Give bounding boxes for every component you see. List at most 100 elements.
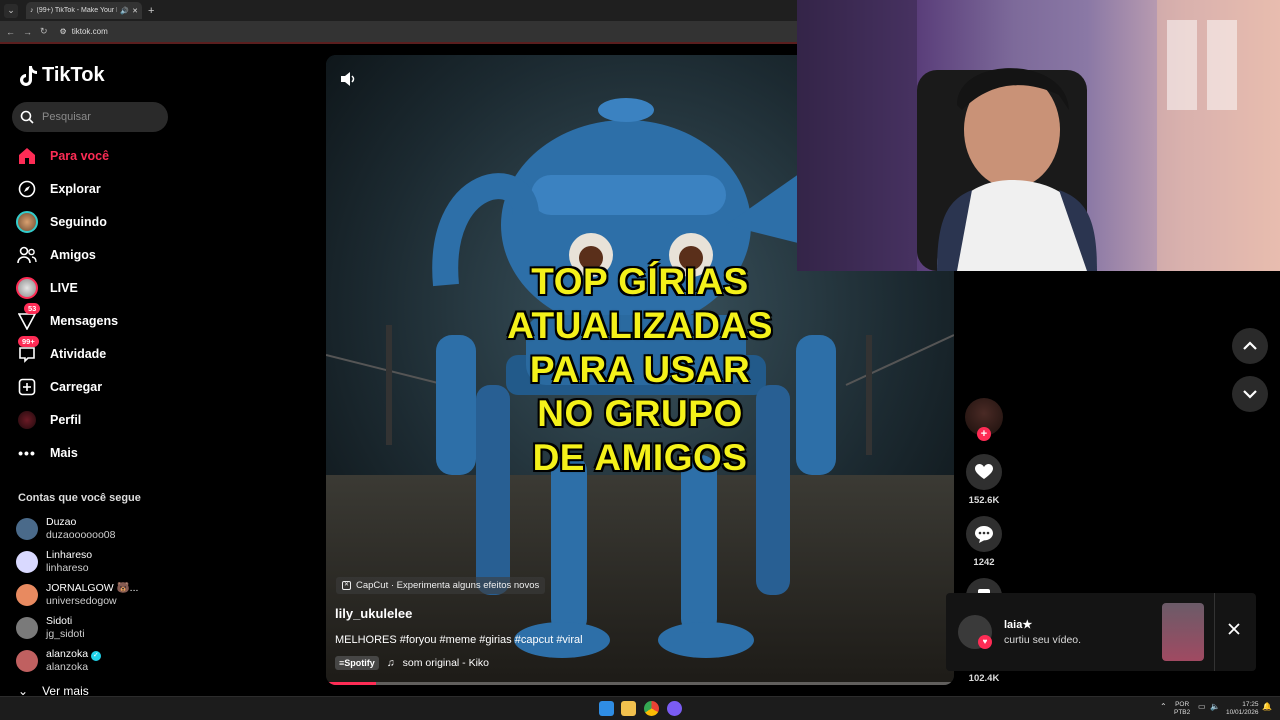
sidebar-item-carregar[interactable]: Carregar bbox=[16, 375, 102, 399]
messages-icon: 53 bbox=[16, 303, 41, 332]
file-explorer-icon[interactable] bbox=[621, 701, 636, 716]
sidebar-item-mais[interactable]: ••• Mais bbox=[16, 441, 78, 465]
followed-account[interactable]: Duzao duzaoooooo08 bbox=[16, 516, 116, 542]
video-progress-fill bbox=[326, 682, 377, 685]
creator-avatar[interactable]: + bbox=[965, 398, 1003, 441]
account-handle: jg_sidoti bbox=[46, 628, 85, 640]
sidebar-item-label: Carregar bbox=[50, 380, 103, 394]
network-icon[interactable]: ▭ bbox=[1198, 703, 1206, 711]
compass-icon bbox=[16, 178, 38, 200]
discord-icon[interactable] bbox=[667, 701, 682, 716]
sidebar-item-atividade[interactable]: 99+ Atividade bbox=[16, 336, 107, 366]
browser-tab[interactable]: ♪ (99+) TikTok - Make Your Da 🔊 ✕ bbox=[26, 2, 142, 19]
windows-start-icon[interactable] bbox=[599, 701, 614, 716]
friends-icon bbox=[16, 244, 38, 266]
site-settings-icon[interactable]: ⚙ bbox=[60, 27, 67, 36]
language-bottom: PTB2 bbox=[1174, 709, 1191, 716]
search-placeholder: Pesquisar bbox=[42, 111, 91, 123]
heart-icon bbox=[975, 464, 993, 479]
verified-icon: ✓ bbox=[90, 651, 101, 661]
volume-icon[interactable] bbox=[340, 71, 356, 92]
avatar bbox=[16, 584, 38, 606]
url-text: tiktok.com bbox=[71, 27, 108, 36]
url-field[interactable]: ⚙ tiktok.com bbox=[60, 27, 108, 36]
notification-bell-icon[interactable]: 🔔 bbox=[1262, 703, 1272, 711]
system-clock[interactable]: 17:25 10/01/2026 bbox=[1226, 701, 1259, 717]
video-author[interactable]: lily_ukulelee bbox=[335, 606, 412, 621]
avatar bbox=[16, 617, 38, 639]
language-indicator[interactable]: POR PTB2 bbox=[1174, 701, 1190, 717]
headline-line: ATUALIZADAS bbox=[507, 305, 773, 346]
back-icon[interactable]: ← bbox=[6, 27, 15, 37]
sidebar-item-label: Mensagens bbox=[50, 314, 119, 328]
activity-icon: 99+ bbox=[16, 336, 39, 365]
speaker-icon[interactable]: 🔈 bbox=[1210, 703, 1220, 711]
close-icon[interactable] bbox=[1228, 622, 1240, 640]
followed-account[interactable]: alanzoka ✓ alanzoka bbox=[16, 648, 101, 674]
sidebar-item-label: Atividade bbox=[50, 347, 107, 361]
sidebar-item-perfil[interactable]: Perfil bbox=[16, 408, 81, 432]
tab-audio-icon[interactable]: 🔊 bbox=[120, 7, 129, 15]
account-handle: duzaoooooo08 bbox=[46, 529, 116, 541]
forward-icon[interactable]: → bbox=[23, 27, 32, 37]
profile-icon bbox=[16, 409, 38, 431]
followed-account[interactable]: Sidoti jg_sidoti bbox=[16, 615, 85, 641]
spotify-chip[interactable]: ≡Spotify bbox=[335, 656, 379, 670]
notification-video-thumbnail[interactable] bbox=[1162, 603, 1204, 661]
music-title[interactable]: som original - Kiko bbox=[403, 657, 489, 669]
clock-date: 10/01/2026 bbox=[1226, 709, 1259, 716]
action-bar: + 152.6K 1242 bbox=[964, 398, 1004, 614]
like-notification[interactable]: ♥ laia★ curtiu seu vídeo. bbox=[946, 593, 1256, 671]
heart-badge-icon: ♥ bbox=[978, 635, 992, 649]
headline-line: NO GRUPO bbox=[537, 393, 743, 434]
capcut-label: CapCut · Experimenta alguns efeitos novo… bbox=[356, 580, 540, 591]
search-input[interactable]: Pesquisar bbox=[12, 102, 168, 132]
sidebar-item-label: Mais bbox=[50, 446, 78, 460]
new-tab-button[interactable]: + bbox=[148, 5, 154, 17]
following-section-title: Contas que você segue bbox=[18, 492, 141, 504]
reload-icon[interactable]: ↻ bbox=[40, 26, 48, 37]
notification-message: curtiu seu vídeo. bbox=[1004, 634, 1082, 646]
messages-badge: 53 bbox=[24, 303, 41, 314]
account-name: Duzao bbox=[46, 516, 77, 528]
previous-video-button[interactable] bbox=[1232, 328, 1268, 364]
sidebar-item-mensagens[interactable]: 53 Mensagens bbox=[16, 303, 119, 333]
followed-account[interactable]: Linhareso linhareso bbox=[16, 549, 92, 575]
chrome-icon[interactable] bbox=[644, 701, 659, 716]
sidebar-item-label: Para você bbox=[50, 149, 110, 163]
webcam-overlay bbox=[797, 0, 1280, 271]
sidebar-item-amigos[interactable]: Amigos bbox=[16, 243, 96, 267]
live-icon bbox=[16, 277, 38, 299]
tiktok-logo[interactable]: TikTok bbox=[18, 64, 105, 87]
account-name: Sidoti bbox=[46, 615, 73, 627]
sidebar-item-para-voce[interactable]: Para você bbox=[16, 144, 109, 168]
music-row: ≡Spotify ♫ som original - Kiko bbox=[335, 656, 489, 670]
next-video-button[interactable] bbox=[1232, 376, 1268, 412]
tab-list-button[interactable]: ⌄ bbox=[4, 3, 18, 18]
video-headline: TOP GÍRIAS ATUALIZADAS PARA USAR NO GRUP… bbox=[326, 260, 954, 480]
webcam-image bbox=[797, 0, 1280, 271]
capcut-icon: ✕ bbox=[342, 581, 351, 590]
logo-text: TikTok bbox=[42, 64, 105, 86]
comment-button[interactable] bbox=[966, 516, 1002, 552]
browser-tab-bar: ⌄ ♪ (99+) TikTok - Make Your Da 🔊 ✕ + bbox=[0, 0, 800, 21]
tab-close-icon[interactable]: ✕ bbox=[132, 7, 138, 15]
clock-time: 17:25 bbox=[1242, 701, 1259, 708]
search-icon bbox=[20, 110, 34, 124]
following-avatar-icon bbox=[16, 211, 38, 233]
follow-plus-icon[interactable]: + bbox=[977, 427, 991, 441]
capcut-chip[interactable]: ✕ CapCut · Experimenta alguns efeitos no… bbox=[336, 577, 546, 594]
sidebar-item-live[interactable]: LIVE bbox=[16, 276, 78, 300]
followed-account[interactable]: JORNALGOW 🐻... universedogow bbox=[16, 582, 138, 608]
music-note-icon: ♫ bbox=[386, 657, 395, 669]
headline-line: PARA USAR bbox=[529, 349, 751, 390]
headline-line: DE AMIGOS bbox=[532, 437, 748, 478]
windows-taskbar: ⌃ POR PTB2 ▭ 🔈 17:25 10/01/2026 🔔 bbox=[0, 696, 1280, 720]
sidebar-item-seguindo[interactable]: Seguindo bbox=[16, 210, 107, 234]
tray-overflow-icon[interactable]: ⌃ bbox=[1160, 703, 1167, 711]
activity-badge: 99+ bbox=[18, 336, 39, 347]
sidebar-item-explorar[interactable]: Explorar bbox=[16, 177, 101, 201]
video-progress-bar[interactable] bbox=[326, 682, 954, 685]
like-button[interactable] bbox=[966, 454, 1002, 490]
screen: ⌄ ♪ (99+) TikTok - Make Your Da 🔊 ✕ + ← … bbox=[0, 0, 1280, 720]
